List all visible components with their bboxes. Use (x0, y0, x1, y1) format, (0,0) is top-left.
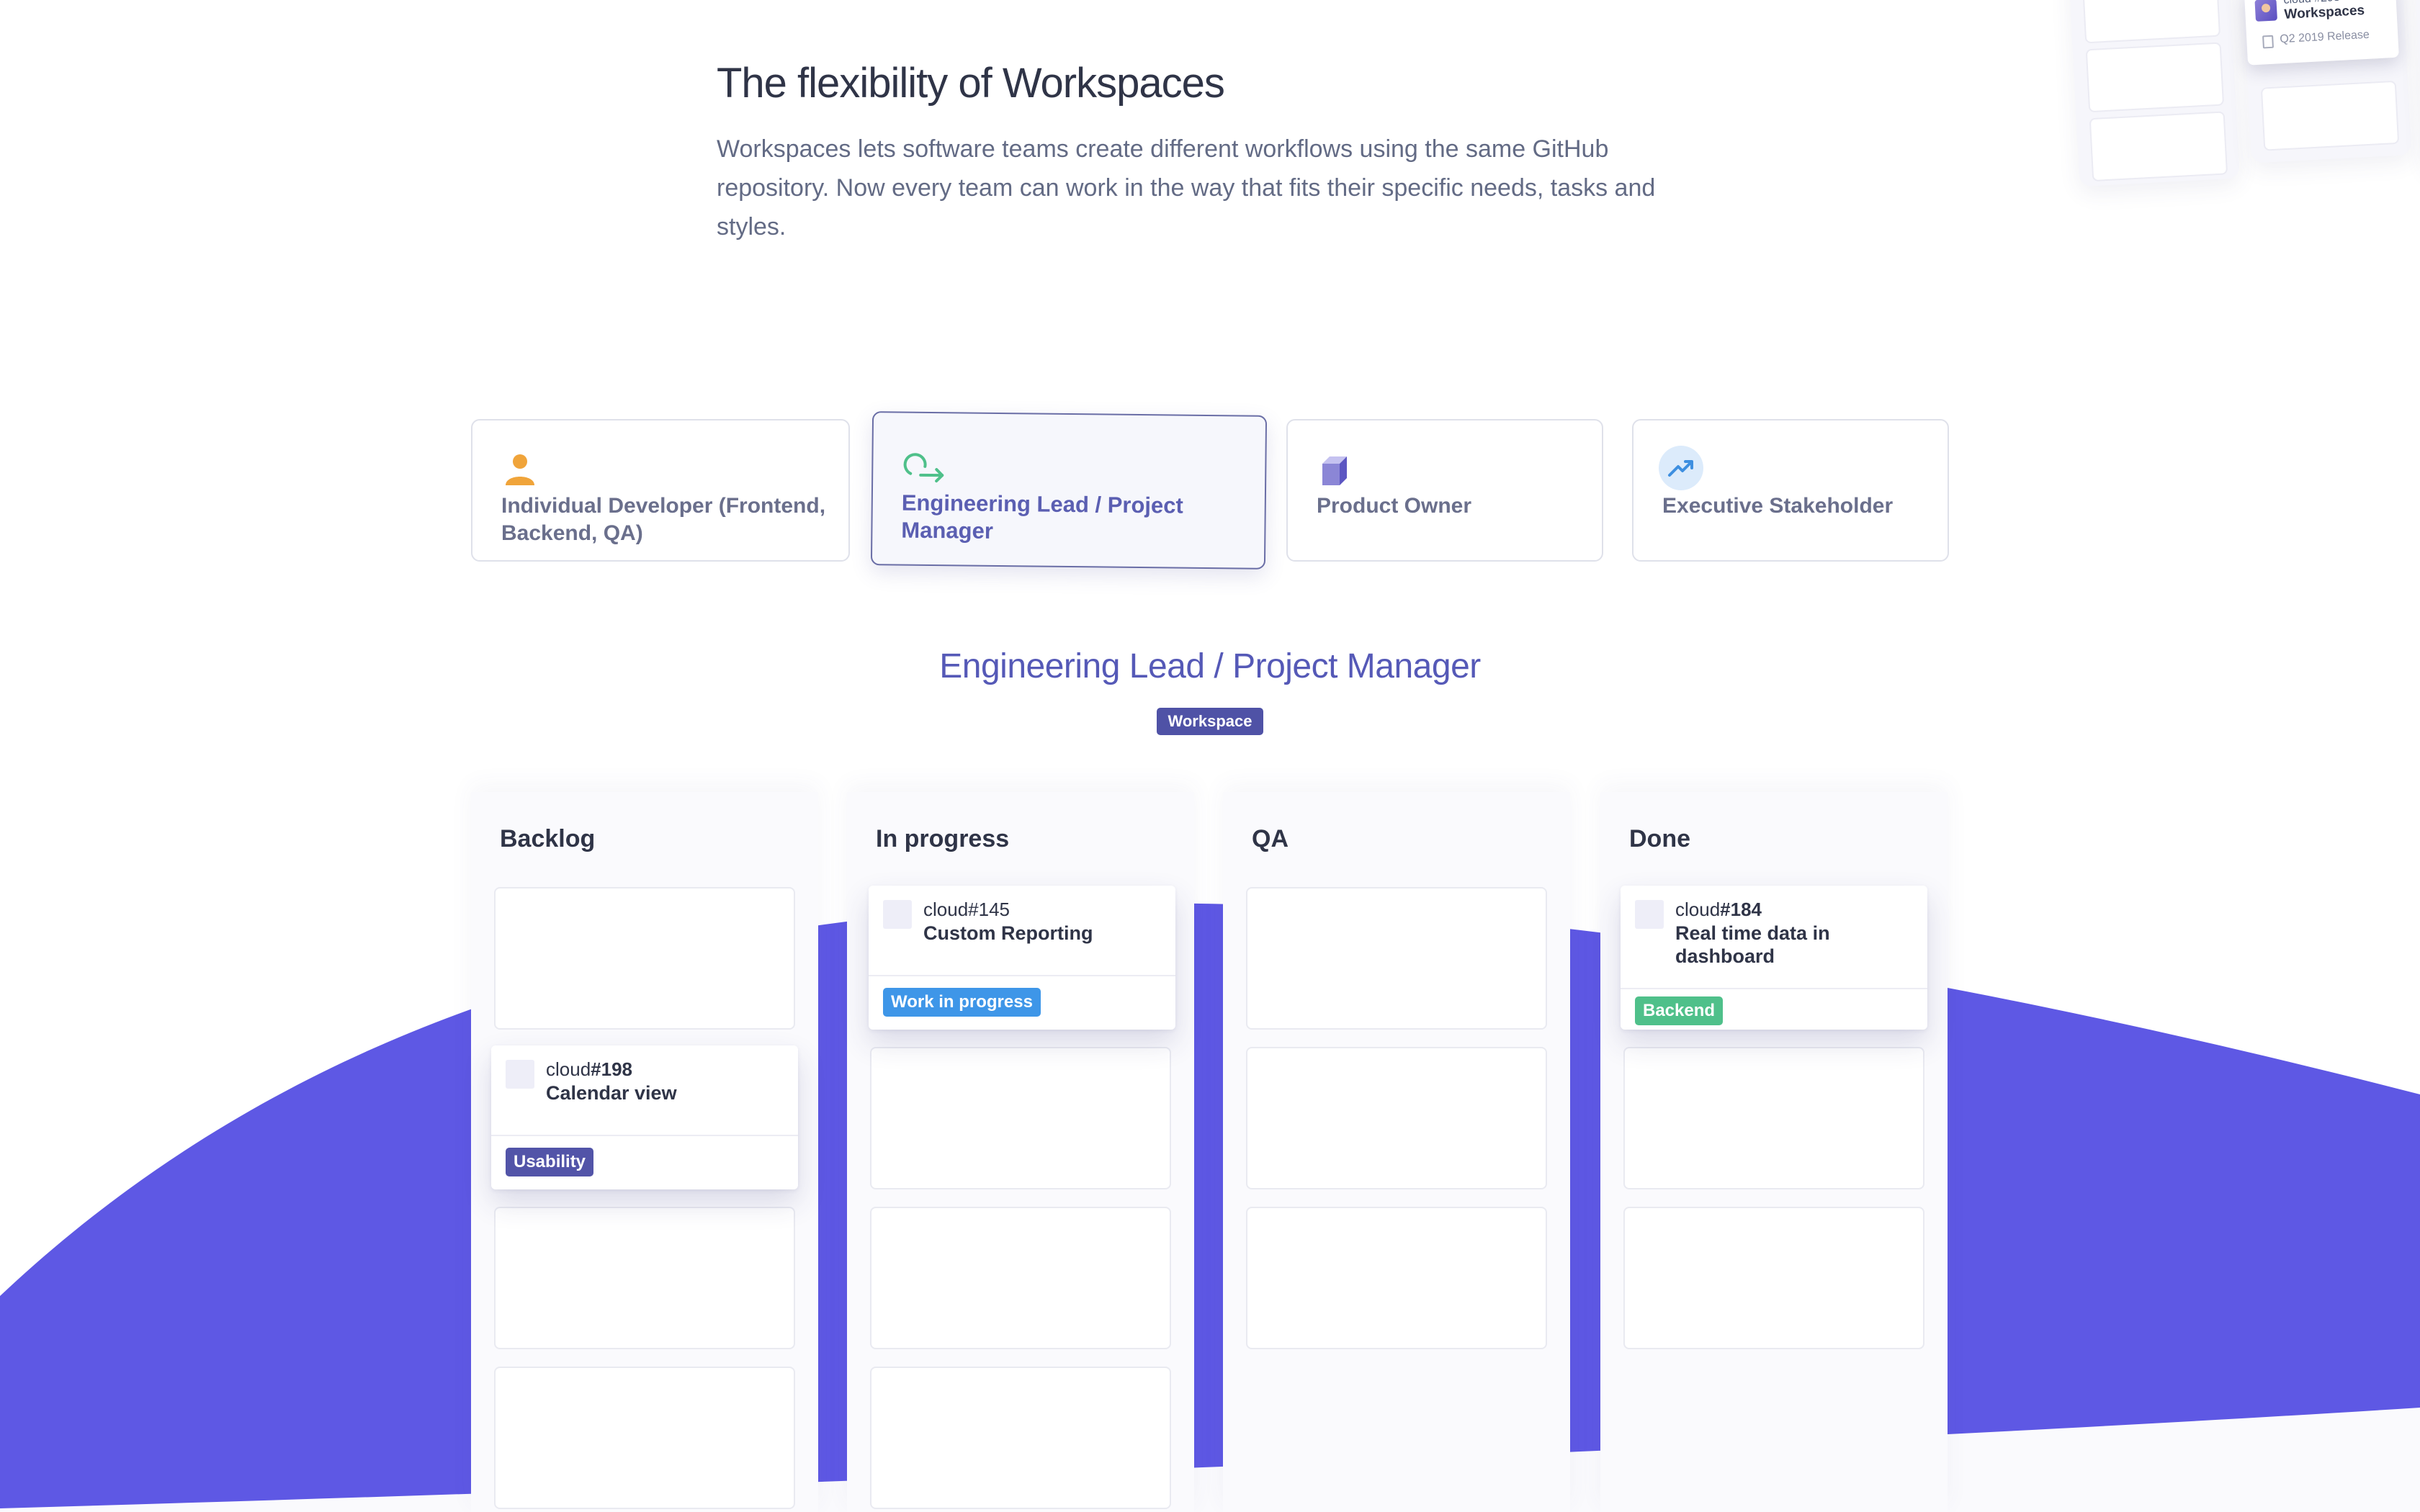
persona-tab-label: Executive Stakeholder (1662, 494, 1894, 518)
board-column-done: Done cloud#184 Real time data in dashboa… (1600, 792, 1948, 1512)
preview-card-title: Workspaces (2284, 3, 2365, 22)
workspace-badge: Workspace (1157, 708, 1263, 735)
preview-column (2414, 0, 2420, 168)
empty-card-slot (870, 1207, 1171, 1349)
label-tag[interactable]: Work in progress (883, 988, 1041, 1017)
card-divider (1621, 988, 1927, 989)
preview-card-meta: Q2 2019 Release (2279, 28, 2370, 46)
workspace-preview-decoration: cloud #298 Workspaces Q2 2019 Release (2061, 0, 2420, 187)
persona-tab-engineering-lead[interactable]: Engineering Lead / Project Manager (870, 411, 1268, 570)
issue-card[interactable]: cloud#184 Real time data in dashboard Ba… (1621, 886, 1927, 1030)
persona-tab-label: Product Owner (1317, 494, 1472, 518)
empty-card-slot (1623, 1207, 1924, 1349)
issue-reference: cloud#145 (923, 899, 1010, 920)
selected-persona-title: Engineering Lead / Project Manager (939, 647, 1481, 685)
avatar (883, 900, 912, 929)
column-title: Backlog (500, 825, 596, 852)
issue-card[interactable]: cloud#198 Calendar view Usability (491, 1045, 798, 1189)
issue-title: Custom Reporting (923, 922, 1093, 944)
preview-slot (2089, 111, 2228, 182)
board-column-in-progress: In progress cloud#145 Custom Reporting W… (847, 792, 1194, 1512)
issue-card[interactable]: cloud#145 Custom Reporting Work in progr… (869, 886, 1175, 1030)
empty-card-slot (870, 1367, 1171, 1509)
empty-card-slot (1623, 1047, 1924, 1189)
column-title: QA (1252, 825, 1289, 852)
person-icon (506, 454, 534, 485)
cube-icon (1322, 456, 1347, 485)
issue-reference: cloud#198 (546, 1058, 632, 1080)
empty-card-slot (1246, 887, 1547, 1030)
avatar (1635, 900, 1664, 929)
column-title: Done (1629, 825, 1690, 852)
trend-up-icon (1659, 446, 1703, 490)
board-column-backlog: Backlog cloud#198 Calendar view Usabilit… (471, 792, 818, 1512)
card-divider (869, 975, 1175, 976)
document-icon (2262, 35, 2274, 49)
section-title: The flexibility of Workspaces (717, 60, 1225, 107)
empty-card-slot (870, 1047, 1171, 1189)
empty-card-slot (1246, 1207, 1547, 1349)
issue-title: Real time data in dashboard (1675, 922, 1830, 967)
column-title: In progress (876, 825, 1010, 852)
preview-slot (2260, 80, 2400, 151)
empty-card-slot (494, 1207, 795, 1349)
issue-reference: cloud#184 (1675, 899, 1762, 920)
avatar (506, 1060, 534, 1089)
label-tag[interactable]: Backend (1635, 996, 1724, 1025)
persona-tab-executive-stakeholder[interactable]: Executive Stakeholder (1632, 419, 1949, 562)
empty-card-slot (1246, 1047, 1547, 1189)
persona-tab-product-owner[interactable]: Product Owner (1286, 419, 1603, 562)
persona-tab-label: Engineering Lead / Project Manager (901, 490, 1184, 544)
card-divider (491, 1135, 798, 1136)
section-description: Workspaces lets software teams create di… (717, 135, 1656, 240)
avatar (2254, 0, 2277, 22)
preview-card: cloud #298 Workspaces Q2 2019 Release (2244, 0, 2399, 66)
preview-slot (2085, 42, 2225, 113)
empty-card-slot (494, 1367, 795, 1509)
persona-tab-label: Individual Developer (Frontend, Backend,… (501, 494, 826, 545)
workflow-arrow-icon (903, 453, 944, 483)
label-tag[interactable]: Usability (506, 1148, 594, 1176)
board-column-qa: QA (1223, 792, 1570, 1512)
issue-title: Calendar view (546, 1082, 677, 1104)
preview-column (2068, 0, 2240, 187)
empty-card-slot (494, 887, 795, 1030)
persona-tab-individual-developer[interactable]: Individual Developer (Frontend, Backend,… (471, 419, 850, 562)
preview-slot (2081, 0, 2221, 44)
